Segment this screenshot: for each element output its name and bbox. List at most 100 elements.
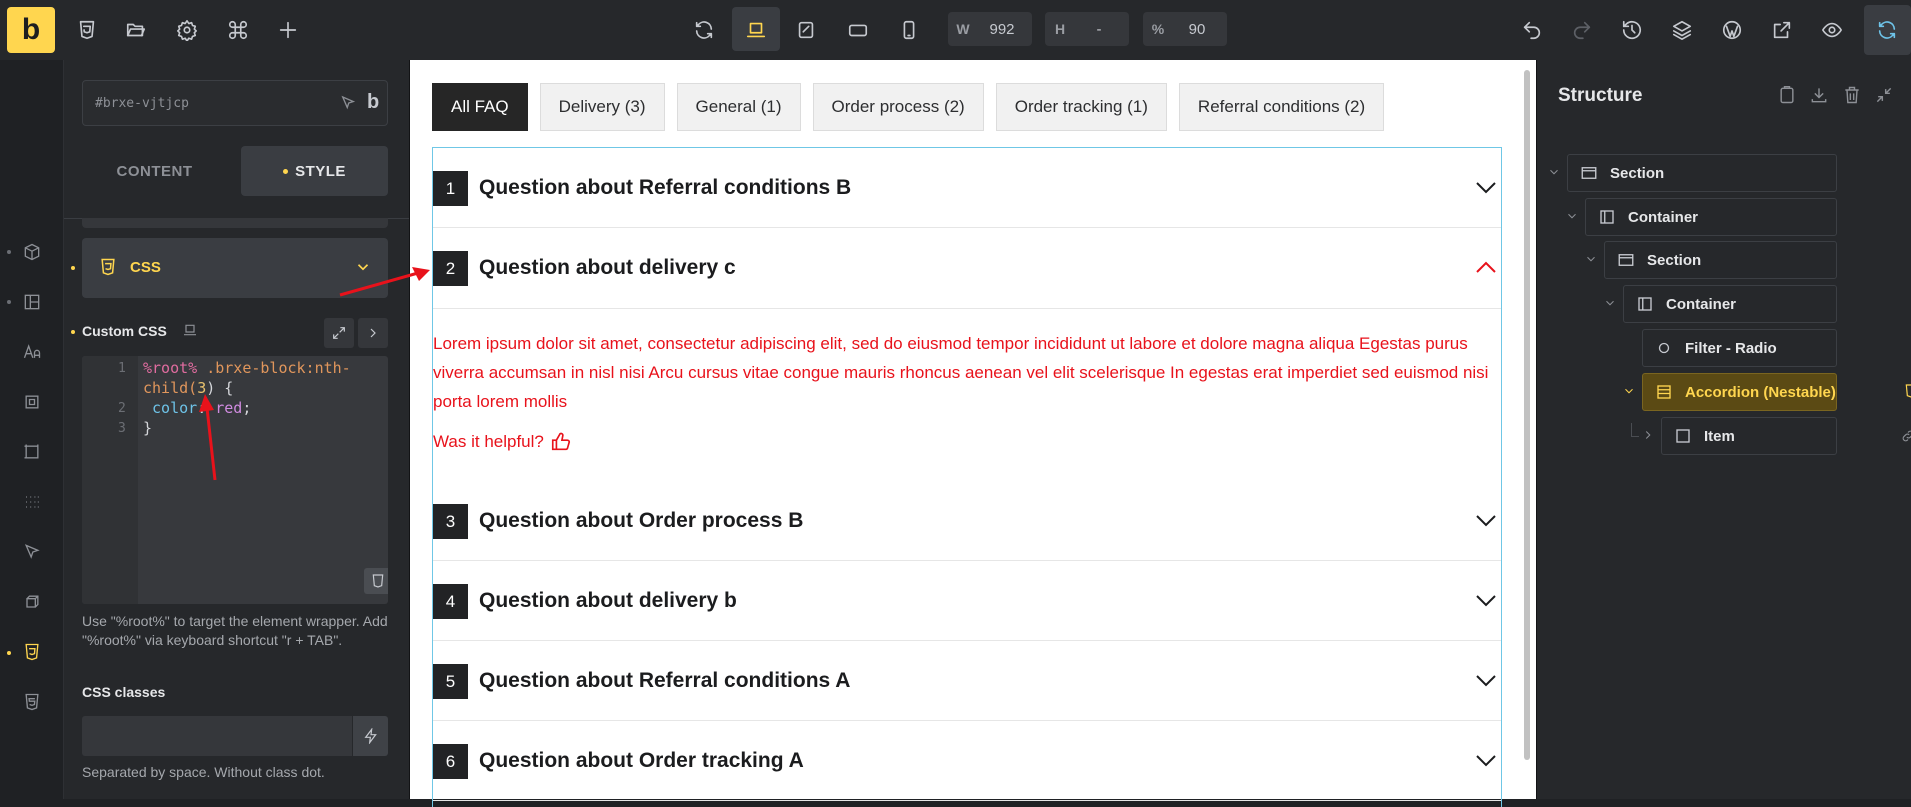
- structure-node-container[interactable]: Container: [1585, 198, 1837, 236]
- line-number: 1: [118, 361, 126, 376]
- folder-open-icon[interactable]: [118, 12, 154, 48]
- undo-icon[interactable]: [1514, 12, 1550, 48]
- tab-content[interactable]: CONTENT: [82, 146, 227, 196]
- transform-cube-icon[interactable]: [20, 590, 44, 614]
- tablet-landscape-breakpoint-icon[interactable]: [788, 12, 824, 48]
- css3-icon[interactable]: [69, 12, 105, 48]
- border-icon[interactable]: [20, 440, 44, 464]
- width-value[interactable]: 992: [978, 21, 1032, 38]
- previous-accordion[interactable]: [82, 218, 388, 228]
- item-question: Question about delivery b: [479, 589, 737, 612]
- thumbs-up-icon[interactable]: [550, 431, 572, 453]
- redo-icon[interactable]: [1564, 12, 1600, 48]
- structure-node-item[interactable]: Item: [1661, 417, 1837, 455]
- refresh-icon[interactable]: [686, 12, 722, 48]
- rail-dot-active: [7, 651, 11, 655]
- chevron-down-icon: [1475, 594, 1497, 608]
- filter-tab-general[interactable]: General (1): [676, 83, 801, 131]
- chevron-down-icon[interactable]: [1547, 165, 1561, 179]
- css-badge-button[interactable]: [364, 568, 388, 594]
- zoom-field[interactable]: % 90: [1143, 12, 1227, 46]
- grid-dots-icon[interactable]: [20, 490, 44, 514]
- chevron-down-icon[interactable]: [1622, 384, 1636, 398]
- code-line-1b: child(3) {: [143, 379, 234, 397]
- filter-tab-referral[interactable]: Referral conditions (2): [1178, 83, 1385, 131]
- structure-node-section[interactable]: Section: [1567, 154, 1837, 192]
- gear-icon[interactable]: [169, 12, 205, 48]
- command-key-icon[interactable]: [220, 12, 256, 48]
- width-field[interactable]: W 992: [948, 12, 1032, 46]
- custom-css-label: Custom CSS: [82, 323, 167, 339]
- node-label: Section: [1610, 164, 1665, 182]
- sync-save-icon[interactable]: [1869, 12, 1905, 48]
- rail-dot: [7, 250, 11, 254]
- chevron-down-icon[interactable]: [1603, 296, 1617, 310]
- structure-node-filter-radio[interactable]: Filter - Radio: [1642, 329, 1837, 367]
- accordion-item[interactable]: 6 Question about Order tracking A: [433, 721, 1501, 801]
- laptop-breakpoint-icon[interactable]: [738, 12, 774, 48]
- item-answer: Lorem ipsum dolor sit amet, consectetur …: [433, 334, 1489, 411]
- accordion-item[interactable]: 4 Question about delivery b: [433, 561, 1501, 641]
- download-icon[interactable]: [1809, 85, 1831, 107]
- structure-title: Structure: [1558, 85, 1643, 106]
- expand-editor-button[interactable]: [324, 318, 354, 348]
- eye-icon[interactable]: [1814, 12, 1850, 48]
- chevron-right-icon[interactable]: [1641, 428, 1655, 442]
- block-icon: [1676, 429, 1690, 443]
- css-code-editor[interactable]: 1 2 3 %root% .brxe-block:nth- child(3) {…: [82, 356, 388, 604]
- css-classes-action-button[interactable]: [353, 716, 388, 756]
- top-toolbar: b W 992 H - % 90: [0, 0, 1911, 60]
- clipboard-icon[interactable]: [1777, 85, 1799, 107]
- filter-tab-delivery[interactable]: Delivery (3): [539, 83, 665, 131]
- collapse-icon[interactable]: [1874, 85, 1896, 107]
- filter-tab-order-tracking[interactable]: Order tracking (1): [995, 83, 1167, 131]
- structure-node-container[interactable]: Container: [1623, 285, 1837, 323]
- accordion-item[interactable]: 5 Question about Referral conditions A: [433, 641, 1501, 721]
- chevron-down-icon[interactable]: [1584, 252, 1598, 266]
- chevron-right-icon: [370, 328, 376, 338]
- accordion-item[interactable]: 3 Question about Order process B: [433, 481, 1501, 561]
- filter-tab-order-process[interactable]: Order process (2): [812, 83, 984, 131]
- filter-tab-all[interactable]: All FAQ: [432, 83, 528, 131]
- layout-icon[interactable]: [20, 290, 44, 314]
- plus-icon[interactable]: [270, 12, 306, 48]
- height-value[interactable]: -: [1075, 21, 1129, 38]
- cube-icon[interactable]: [20, 240, 44, 264]
- chevron-down-icon[interactable]: [1565, 209, 1579, 223]
- canvas-scrollbar[interactable]: [1524, 70, 1530, 760]
- css-classes-input[interactable]: [82, 716, 352, 756]
- responsive-icon[interactable]: [182, 322, 198, 338]
- wordpress-icon[interactable]: [1714, 12, 1750, 48]
- background-icon[interactable]: [20, 390, 44, 414]
- bricks-logo[interactable]: b: [7, 7, 55, 53]
- html5-icon[interactable]: [20, 690, 44, 714]
- next-button[interactable]: [358, 318, 388, 348]
- zoom-value[interactable]: 90: [1173, 21, 1227, 38]
- node-label: Container: [1628, 208, 1699, 226]
- element-id-field[interactable]: #brxe-vjtjcp b: [82, 80, 388, 126]
- typography-icon[interactable]: [20, 340, 44, 364]
- item-number: 4: [433, 584, 468, 619]
- external-link-icon[interactable]: [1764, 12, 1800, 48]
- height-field[interactable]: H -: [1045, 12, 1129, 46]
- accordion-item[interactable]: 1 Question about Referral conditions B: [433, 148, 1501, 228]
- structure-node-accordion[interactable]: Accordion (Nestable): [1642, 373, 1837, 411]
- cursor-icon[interactable]: [339, 94, 357, 112]
- layers-icon[interactable]: [1664, 12, 1700, 48]
- item-divider: [433, 308, 1501, 309]
- css3-icon[interactable]: [20, 640, 44, 664]
- rail-dot: [7, 300, 11, 304]
- item-number: 1: [433, 171, 468, 206]
- link-icon: [1902, 430, 1911, 442]
- trash-icon[interactable]: [1842, 85, 1864, 107]
- cursor-icon[interactable]: [20, 540, 44, 564]
- tablet-breakpoint-icon[interactable]: [840, 12, 876, 48]
- history-icon[interactable]: [1614, 12, 1650, 48]
- tab-style[interactable]: STYLE: [241, 146, 388, 196]
- css-accordion[interactable]: CSS: [82, 238, 388, 298]
- bricks-b-icon[interactable]: b: [367, 91, 379, 114]
- element-id: #brxe-vjtjcp: [95, 96, 189, 111]
- item-question: Question about delivery c: [479, 256, 736, 279]
- structure-node-section[interactable]: Section: [1604, 241, 1837, 279]
- mobile-breakpoint-icon[interactable]: [891, 12, 927, 48]
